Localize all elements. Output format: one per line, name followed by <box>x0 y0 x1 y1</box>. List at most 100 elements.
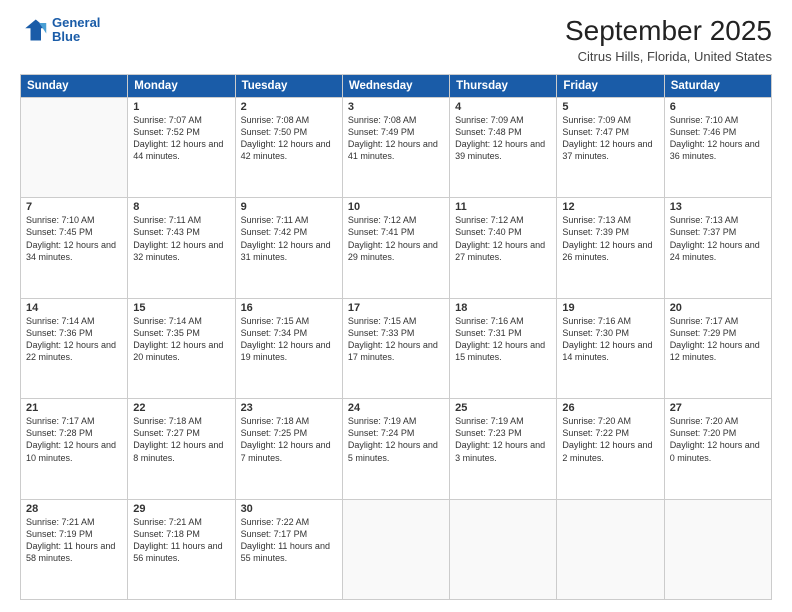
day-number: 4 <box>455 101 551 113</box>
day-info: Sunrise: 7:14 AM Sunset: 7:36 PM Dayligh… <box>26 315 122 364</box>
day-info: Sunrise: 7:08 AM Sunset: 7:50 PM Dayligh… <box>241 114 337 163</box>
day-info: Sunrise: 7:22 AM Sunset: 7:17 PM Dayligh… <box>241 516 337 565</box>
day-info: Sunrise: 7:11 AM Sunset: 7:42 PM Dayligh… <box>241 214 337 263</box>
day-number: 13 <box>670 201 766 213</box>
logo-text: General Blue <box>52 16 100 45</box>
day-info: Sunrise: 7:21 AM Sunset: 7:18 PM Dayligh… <box>133 516 229 565</box>
calendar-table: SundayMondayTuesdayWednesdayThursdayFrid… <box>20 74 772 600</box>
calendar-day-header: Monday <box>128 74 235 97</box>
subtitle: Citrus Hills, Florida, United States <box>565 49 772 64</box>
calendar-cell: 28Sunrise: 7:21 AM Sunset: 7:19 PM Dayli… <box>21 499 128 599</box>
day-number: 18 <box>455 302 551 314</box>
logo-icon <box>20 16 48 44</box>
day-number: 16 <box>241 302 337 314</box>
day-number: 17 <box>348 302 444 314</box>
calendar-cell: 19Sunrise: 7:16 AM Sunset: 7:30 PM Dayli… <box>557 298 664 398</box>
calendar-cell <box>342 499 449 599</box>
calendar-cell: 27Sunrise: 7:20 AM Sunset: 7:20 PM Dayli… <box>664 399 771 499</box>
day-info: Sunrise: 7:16 AM Sunset: 7:31 PM Dayligh… <box>455 315 551 364</box>
day-info: Sunrise: 7:21 AM Sunset: 7:19 PM Dayligh… <box>26 516 122 565</box>
calendar-cell: 17Sunrise: 7:15 AM Sunset: 7:33 PM Dayli… <box>342 298 449 398</box>
day-info: Sunrise: 7:09 AM Sunset: 7:48 PM Dayligh… <box>455 114 551 163</box>
calendar-cell: 24Sunrise: 7:19 AM Sunset: 7:24 PM Dayli… <box>342 399 449 499</box>
day-info: Sunrise: 7:18 AM Sunset: 7:27 PM Dayligh… <box>133 415 229 464</box>
day-number: 30 <box>241 503 337 515</box>
calendar-cell: 15Sunrise: 7:14 AM Sunset: 7:35 PM Dayli… <box>128 298 235 398</box>
day-number: 23 <box>241 402 337 414</box>
day-number: 1 <box>133 101 229 113</box>
day-number: 26 <box>562 402 658 414</box>
logo-blue: Blue <box>52 29 80 44</box>
day-info: Sunrise: 7:13 AM Sunset: 7:37 PM Dayligh… <box>670 214 766 263</box>
day-info: Sunrise: 7:17 AM Sunset: 7:29 PM Dayligh… <box>670 315 766 364</box>
day-info: Sunrise: 7:19 AM Sunset: 7:23 PM Dayligh… <box>455 415 551 464</box>
calendar-day-header: Saturday <box>664 74 771 97</box>
calendar-week-row: 21Sunrise: 7:17 AM Sunset: 7:28 PM Dayli… <box>21 399 772 499</box>
day-number: 5 <box>562 101 658 113</box>
day-number: 11 <box>455 201 551 213</box>
main-title: September 2025 <box>565 16 772 47</box>
calendar-cell <box>21 97 128 197</box>
calendar-week-row: 14Sunrise: 7:14 AM Sunset: 7:36 PM Dayli… <box>21 298 772 398</box>
day-info: Sunrise: 7:15 AM Sunset: 7:34 PM Dayligh… <box>241 315 337 364</box>
day-number: 2 <box>241 101 337 113</box>
day-number: 3 <box>348 101 444 113</box>
calendar-cell: 5Sunrise: 7:09 AM Sunset: 7:47 PM Daylig… <box>557 97 664 197</box>
calendar-cell: 18Sunrise: 7:16 AM Sunset: 7:31 PM Dayli… <box>450 298 557 398</box>
day-number: 14 <box>26 302 122 314</box>
calendar-cell: 8Sunrise: 7:11 AM Sunset: 7:43 PM Daylig… <box>128 198 235 298</box>
calendar-cell: 23Sunrise: 7:18 AM Sunset: 7:25 PM Dayli… <box>235 399 342 499</box>
calendar-cell: 29Sunrise: 7:21 AM Sunset: 7:18 PM Dayli… <box>128 499 235 599</box>
calendar-day-header: Wednesday <box>342 74 449 97</box>
calendar-day-header: Tuesday <box>235 74 342 97</box>
calendar-day-header: Sunday <box>21 74 128 97</box>
day-number: 12 <box>562 201 658 213</box>
calendar-cell: 20Sunrise: 7:17 AM Sunset: 7:29 PM Dayli… <box>664 298 771 398</box>
day-info: Sunrise: 7:08 AM Sunset: 7:49 PM Dayligh… <box>348 114 444 163</box>
calendar-cell: 2Sunrise: 7:08 AM Sunset: 7:50 PM Daylig… <box>235 97 342 197</box>
day-number: 9 <box>241 201 337 213</box>
day-number: 29 <box>133 503 229 515</box>
day-number: 15 <box>133 302 229 314</box>
calendar-week-row: 7Sunrise: 7:10 AM Sunset: 7:45 PM Daylig… <box>21 198 772 298</box>
calendar-day-header: Friday <box>557 74 664 97</box>
day-info: Sunrise: 7:18 AM Sunset: 7:25 PM Dayligh… <box>241 415 337 464</box>
day-info: Sunrise: 7:20 AM Sunset: 7:22 PM Dayligh… <box>562 415 658 464</box>
day-number: 10 <box>348 201 444 213</box>
calendar-week-row: 1Sunrise: 7:07 AM Sunset: 7:52 PM Daylig… <box>21 97 772 197</box>
calendar-cell: 26Sunrise: 7:20 AM Sunset: 7:22 PM Dayli… <box>557 399 664 499</box>
calendar-day-header: Thursday <box>450 74 557 97</box>
day-info: Sunrise: 7:12 AM Sunset: 7:41 PM Dayligh… <box>348 214 444 263</box>
day-number: 28 <box>26 503 122 515</box>
header: General Blue September 2025 Citrus Hills… <box>20 16 772 64</box>
day-number: 8 <box>133 201 229 213</box>
calendar-cell: 4Sunrise: 7:09 AM Sunset: 7:48 PM Daylig… <box>450 97 557 197</box>
day-info: Sunrise: 7:14 AM Sunset: 7:35 PM Dayligh… <box>133 315 229 364</box>
calendar-cell: 14Sunrise: 7:14 AM Sunset: 7:36 PM Dayli… <box>21 298 128 398</box>
calendar-cell: 6Sunrise: 7:10 AM Sunset: 7:46 PM Daylig… <box>664 97 771 197</box>
day-info: Sunrise: 7:13 AM Sunset: 7:39 PM Dayligh… <box>562 214 658 263</box>
day-info: Sunrise: 7:07 AM Sunset: 7:52 PM Dayligh… <box>133 114 229 163</box>
calendar-cell: 12Sunrise: 7:13 AM Sunset: 7:39 PM Dayli… <box>557 198 664 298</box>
calendar-cell <box>664 499 771 599</box>
calendar-header-row: SundayMondayTuesdayWednesdayThursdayFrid… <box>21 74 772 97</box>
day-info: Sunrise: 7:10 AM Sunset: 7:45 PM Dayligh… <box>26 214 122 263</box>
title-block: September 2025 Citrus Hills, Florida, Un… <box>565 16 772 64</box>
day-number: 25 <box>455 402 551 414</box>
day-info: Sunrise: 7:09 AM Sunset: 7:47 PM Dayligh… <box>562 114 658 163</box>
day-info: Sunrise: 7:16 AM Sunset: 7:30 PM Dayligh… <box>562 315 658 364</box>
calendar-cell: 7Sunrise: 7:10 AM Sunset: 7:45 PM Daylig… <box>21 198 128 298</box>
day-info: Sunrise: 7:15 AM Sunset: 7:33 PM Dayligh… <box>348 315 444 364</box>
calendar-cell: 3Sunrise: 7:08 AM Sunset: 7:49 PM Daylig… <box>342 97 449 197</box>
day-number: 6 <box>670 101 766 113</box>
day-info: Sunrise: 7:19 AM Sunset: 7:24 PM Dayligh… <box>348 415 444 464</box>
calendar-cell: 21Sunrise: 7:17 AM Sunset: 7:28 PM Dayli… <box>21 399 128 499</box>
day-info: Sunrise: 7:11 AM Sunset: 7:43 PM Dayligh… <box>133 214 229 263</box>
day-number: 19 <box>562 302 658 314</box>
day-number: 24 <box>348 402 444 414</box>
day-number: 20 <box>670 302 766 314</box>
calendar-cell: 25Sunrise: 7:19 AM Sunset: 7:23 PM Dayli… <box>450 399 557 499</box>
calendar-week-row: 28Sunrise: 7:21 AM Sunset: 7:19 PM Dayli… <box>21 499 772 599</box>
calendar-cell: 16Sunrise: 7:15 AM Sunset: 7:34 PM Dayli… <box>235 298 342 398</box>
logo: General Blue <box>20 16 100 45</box>
